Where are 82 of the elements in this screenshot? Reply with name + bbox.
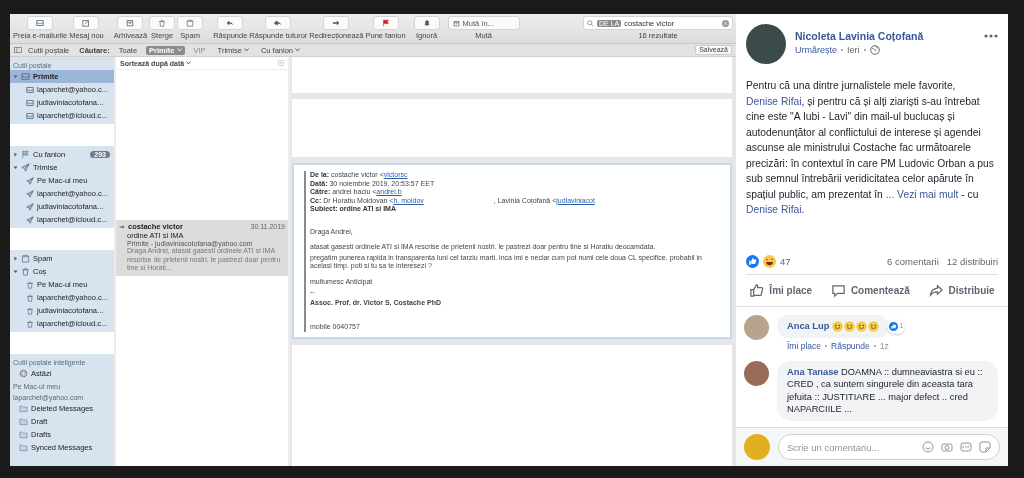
toolbar-button[interactable] — [217, 16, 244, 30]
disclosure-triangle-icon[interactable] — [13, 74, 18, 79]
trash-icon — [26, 293, 34, 302]
trash-icon — [26, 319, 34, 328]
text-link[interactable]: Denise Rifai — [746, 204, 802, 215]
text-link[interactable]: ... Vezi mai mult — [885, 188, 959, 200]
caret-icon — [176, 48, 182, 52]
post-text: Pentru că una dintre jurnalistele mele favorite, Denise Rifai, și pentru că și alți ziariști s-au întrebat cine este "A Iubi - Lavi" din mail-ul buclucaș și autodenunțător al conflictului de interese și agendei ascunse ale ministrului Costache fac următoarele precizări: în contextul în care PM Ludovic Orban a pus sub semnul întrebării veridicitatea celor apărute în spațiul public, am prezentat în ... Vezi mai mult - cu Denise Rifai. — [746, 79, 995, 217]
bell-icon — [422, 19, 431, 27]
trash-icon — [158, 19, 167, 27]
inbox-tray-icon — [26, 111, 34, 120]
share-arrow-icon — [928, 283, 944, 298]
post-action-button[interactable]: Îmi place — [745, 281, 817, 300]
flag-icon — [381, 19, 390, 27]
archive-box-icon — [126, 19, 135, 27]
forward-arrow-icon — [119, 223, 125, 230]
inbox-tray-icon — [21, 72, 30, 81]
paper-plane-icon — [26, 215, 34, 224]
smiley-emoji-icon — [844, 321, 856, 333]
flag-icon — [21, 150, 30, 159]
like-reaction-icon — [746, 255, 759, 268]
sidebar-icon[interactable] — [14, 47, 22, 53]
pencil-icon — [82, 19, 91, 27]
more-options-icon[interactable] — [984, 34, 998, 38]
comment-action-link[interactable]: Îmi place — [787, 340, 821, 351]
paper-plane-icon — [21, 163, 30, 172]
archive-box-icon — [452, 19, 460, 27]
trash-icon — [26, 306, 34, 315]
paper-plane-icon — [26, 189, 34, 198]
reaction-count[interactable]: 47 — [780, 256, 791, 267]
like-reaction-icon — [889, 321, 899, 331]
reply-all-icon — [274, 19, 283, 27]
text-link[interactable]: Denise Rifai — [746, 95, 802, 107]
inbox-tray-icon — [26, 85, 34, 94]
disclosure-triangle-icon[interactable] — [13, 165, 18, 170]
toolbar-button[interactable] — [27, 16, 54, 30]
spam-box-icon — [21, 254, 30, 263]
trash-icon — [21, 267, 30, 276]
toolbar-button[interactable] — [265, 16, 292, 30]
smiley-emoji-icon — [832, 321, 844, 333]
inbox-tray-icon — [26, 98, 34, 107]
smiley-emoji-icon — [856, 321, 868, 333]
avatar[interactable] — [746, 24, 786, 64]
toolbar-button[interactable] — [323, 16, 350, 30]
toolbar-button[interactable] — [117, 16, 144, 30]
post-action-button[interactable]: Comentează — [826, 281, 914, 300]
post-action-button[interactable]: Distribuie — [924, 281, 999, 300]
camera-icon[interactable] — [941, 441, 953, 453]
thumbs-up-icon — [749, 283, 765, 298]
avatar[interactable] — [744, 360, 769, 386]
smiley-emoji-icon — [868, 321, 880, 333]
author-name[interactable]: Nicoleta Lavinia Coțofană — [795, 30, 924, 42]
paper-plane-icon — [26, 176, 34, 185]
follow-link[interactable]: Urmărește — [795, 45, 837, 55]
spam-box-icon — [186, 19, 195, 27]
caret-icon — [295, 48, 301, 52]
gear-icon — [19, 369, 28, 378]
comment-count[interactable]: 6 comentarii — [887, 256, 939, 267]
sticker-icon[interactable] — [979, 441, 991, 453]
disclosure-triangle-icon[interactable] — [13, 152, 18, 157]
speech-bubble-icon — [830, 283, 846, 298]
disclosure-triangle-icon[interactable] — [13, 256, 18, 261]
gif-icon[interactable] — [960, 441, 972, 453]
paper-plane-icon — [26, 202, 34, 211]
share-count[interactable]: 12 distribuiri — [946, 256, 998, 267]
clear-icon[interactable] — [722, 19, 729, 27]
toolbar-button[interactable] — [73, 16, 100, 30]
trash-icon — [26, 280, 34, 289]
forward-arrow-icon — [332, 19, 341, 27]
search-icon — [587, 19, 594, 27]
toolbar-button[interactable] — [372, 16, 399, 30]
envelope-icon — [36, 19, 45, 27]
comment-action-link[interactable]: Răspunde — [831, 340, 870, 351]
post-time[interactable]: Ieri — [847, 45, 860, 55]
reply-arrow-icon — [226, 19, 235, 27]
caret-icon — [186, 61, 192, 65]
comment-bubble: Ana Tanase DOAMNA :: dumneaviastra si eu :: CRED , ca suntem singurele din aceasta tara jefuita :: JUSTITIARE ... major defect .. cred NAPARCIILE ... — [777, 360, 998, 421]
toolbar-button[interactable] — [413, 16, 440, 30]
disclosure-triangle-icon[interactable] — [13, 269, 18, 274]
caret-icon — [243, 48, 249, 52]
laughing-emoji-icon — [763, 255, 776, 268]
emoji-icon[interactable] — [922, 441, 934, 453]
